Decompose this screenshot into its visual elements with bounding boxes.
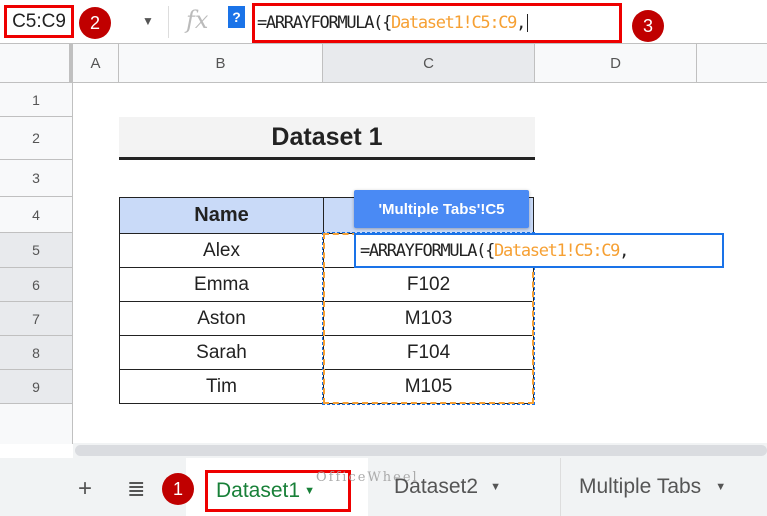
table-cell[interactable]: Emma: [119, 267, 324, 302]
column-header-a[interactable]: A: [73, 44, 119, 83]
text-cursor: [527, 14, 529, 32]
column-header-c[interactable]: C: [323, 44, 535, 83]
step-badge-1: 1: [162, 473, 194, 505]
reference-tooltip: 'Multiple Tabs'!C5: [354, 190, 529, 228]
tab-label: Dataset1: [216, 479, 301, 502]
select-all-corner[interactable]: [0, 44, 73, 83]
formula-text: ,: [516, 13, 526, 33]
dataset-title: Dataset 1: [119, 117, 535, 160]
formula-range: Dataset1!C5:C9: [494, 240, 620, 261]
cell-editor[interactable]: =ARRAYFORMULA({Dataset1!C5:C9,: [354, 233, 724, 268]
sheet-tab-multiple-tabs[interactable]: Multiple Tabs ▼: [560, 458, 726, 516]
row-header[interactable]: 9: [0, 370, 73, 404]
table-header-name[interactable]: Name: [119, 197, 324, 234]
column-header-e[interactable]: [697, 44, 767, 83]
name-box-dropdown-icon[interactable]: ▼: [142, 14, 154, 28]
fx-icon: fx: [186, 6, 209, 34]
table-cell[interactable]: Aston: [119, 301, 324, 336]
all-sheets-button[interactable]: ≣: [127, 476, 145, 502]
formula-text: ,: [619, 240, 629, 261]
column-header-d[interactable]: D: [535, 44, 697, 83]
formula-input[interactable]: =ARRAYFORMULA({Dataset1!C5:C9,: [252, 3, 622, 43]
formula-text: =ARRAYFORMULA({: [257, 13, 392, 33]
row-header[interactable]: 2: [0, 117, 73, 160]
horizontal-scrollbar[interactable]: [75, 445, 767, 456]
divider: [168, 6, 169, 38]
row-header[interactable]: 4: [0, 197, 73, 233]
column-header-b[interactable]: B: [119, 44, 323, 83]
formula-text: =ARRAYFORMULA({: [360, 240, 495, 261]
table-cell[interactable]: Alex: [119, 233, 324, 268]
row-header[interactable]: 5: [0, 233, 73, 268]
row-header[interactable]: 8: [0, 336, 73, 370]
row-header[interactable]: 6: [0, 268, 73, 302]
row-header: [0, 404, 73, 444]
step-badge-3: 3: [632, 10, 664, 42]
table-cell[interactable]: Tim: [119, 369, 324, 404]
row-header[interactable]: 1: [0, 83, 73, 117]
name-box[interactable]: C5:C9: [4, 5, 74, 38]
add-sheet-button[interactable]: +: [78, 475, 92, 503]
step-badge-2: 2: [79, 7, 111, 39]
tab-label: Multiple Tabs: [579, 475, 702, 498]
sheet-tab-dataset2[interactable]: Dataset2 ▼: [394, 458, 501, 516]
help-icon[interactable]: ?: [228, 6, 245, 28]
row-header[interactable]: 7: [0, 302, 73, 336]
formula-range: Dataset1!C5:C9: [391, 13, 517, 33]
tab-label: Dataset2: [394, 475, 479, 498]
table-cell[interactable]: Sarah: [119, 335, 324, 370]
row-header[interactable]: 3: [0, 160, 73, 197]
